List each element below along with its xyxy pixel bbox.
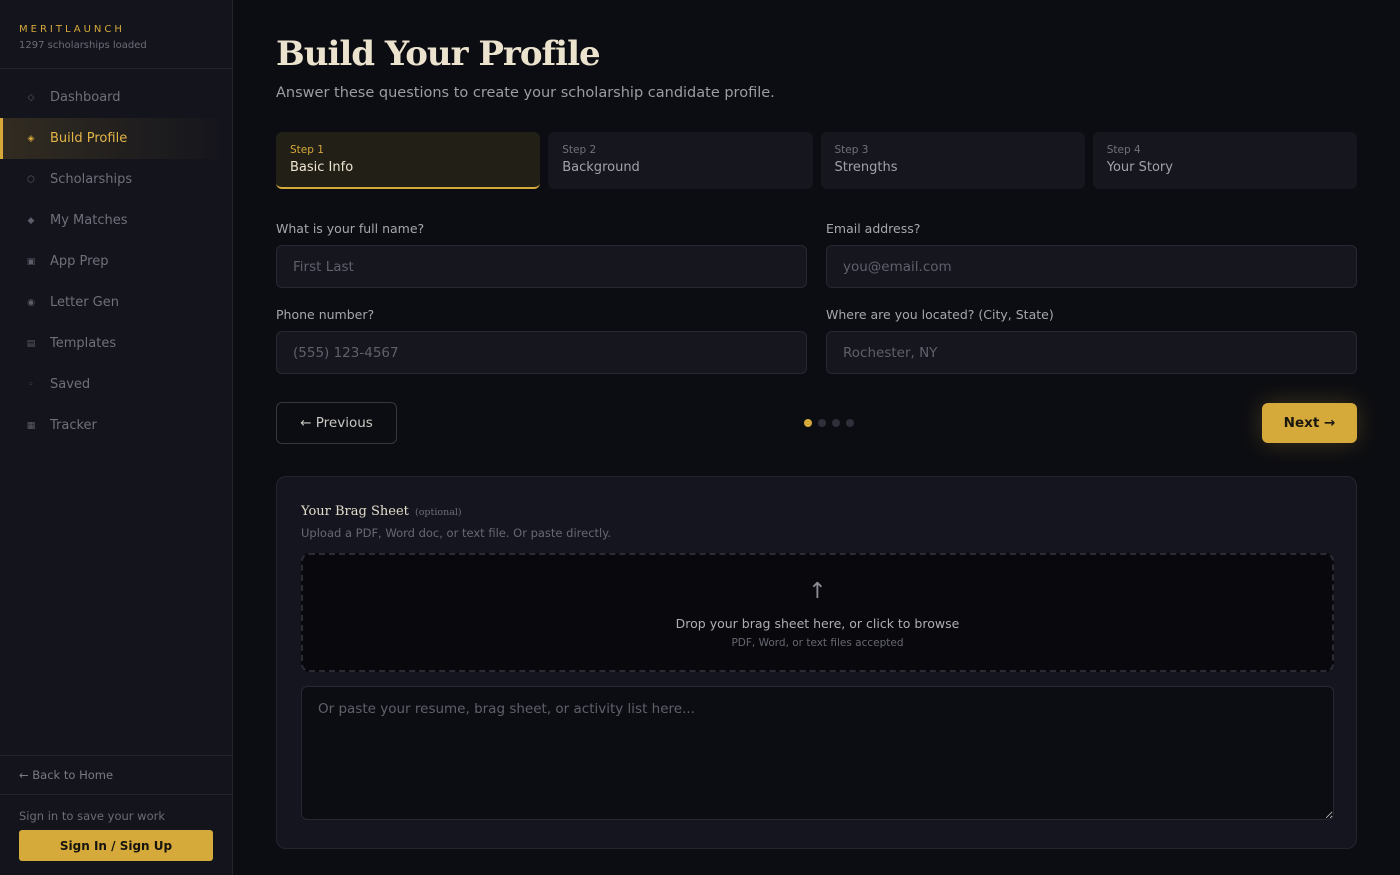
page-title: Build Your Profile bbox=[276, 34, 601, 74]
grid-square-icon: ▦ bbox=[26, 420, 36, 431]
step-name: Basic Info bbox=[290, 160, 354, 175]
sidebar-item-dashboard[interactable]: ◇ Dashboard bbox=[0, 77, 232, 118]
phone-label: Phone number? bbox=[276, 307, 375, 322]
sidebar-item-label: Dashboard bbox=[50, 90, 121, 105]
sidebar-item-app-prep[interactable]: ▣ App Prep bbox=[0, 241, 232, 282]
step-name: Background bbox=[562, 160, 640, 175]
upload-arrow-icon: ↑ bbox=[808, 579, 827, 604]
progress-dot bbox=[832, 419, 840, 427]
step-tab-your-story[interactable]: Step 4 Your Story bbox=[1092, 132, 1357, 189]
sidebar-item-my-matches[interactable]: ◆ My Matches bbox=[0, 200, 232, 241]
step-number: Step 2 bbox=[562, 144, 597, 156]
diamond-outline-icon: ◇ bbox=[27, 92, 35, 103]
sidebar-item-label: My Matches bbox=[50, 213, 128, 228]
location-field[interactable] bbox=[826, 331, 1357, 374]
list-icon: ▤ bbox=[26, 338, 36, 349]
previous-button[interactable]: ← Previous bbox=[276, 402, 397, 444]
email-field[interactable] bbox=[826, 245, 1357, 288]
location-label: Where are you located? (City, State) bbox=[826, 307, 1054, 322]
sidebar-item-templates[interactable]: ▤ Templates bbox=[0, 323, 232, 364]
step-tab-background[interactable]: Step 2 Background bbox=[548, 132, 813, 189]
hexagon-icon: ⬡ bbox=[27, 174, 35, 185]
circle-target-icon: ◉ bbox=[27, 297, 35, 308]
square-target-icon: ▣ bbox=[26, 256, 36, 267]
sidebar-item-tracker[interactable]: ▦ Tracker bbox=[0, 405, 232, 446]
sidebar-item-label: Tracker bbox=[50, 418, 97, 433]
phone-field[interactable] bbox=[276, 331, 807, 374]
brand-name: MERITLAUNCH bbox=[19, 24, 125, 35]
progress-dot bbox=[846, 419, 854, 427]
sidebar-item-label: Letter Gen bbox=[50, 295, 119, 310]
step-tabs: Step 1 Basic Info Step 2 Background Step… bbox=[276, 132, 1357, 189]
sidebar-item-label: Saved bbox=[50, 377, 91, 392]
step-number: Step 3 bbox=[834, 144, 869, 156]
progress-dot-active bbox=[804, 419, 812, 427]
brag-sheet-card: Your Brag Sheet (optional) Upload a PDF,… bbox=[276, 476, 1357, 849]
dropzone-subtext: PDF, Word, or text files accepted bbox=[731, 637, 904, 649]
signin-hint: Sign in to save your work bbox=[19, 809, 165, 823]
optional-tag: (optional) bbox=[415, 507, 462, 518]
step-progress-dots bbox=[804, 419, 854, 427]
step-number: Step 4 bbox=[1106, 144, 1141, 156]
sidebar-nav: ◇ Dashboard ◈ Build Profile ⬡ Scholarshi… bbox=[0, 69, 232, 446]
sidebar-item-label: Build Profile bbox=[50, 131, 128, 146]
step-tab-strengths[interactable]: Step 3 Strengths bbox=[820, 132, 1085, 189]
sidebar-item-build-profile[interactable]: ◈ Build Profile bbox=[0, 118, 232, 159]
step-number: Step 1 bbox=[290, 144, 324, 156]
back-to-home-link[interactable]: ← Back to Home bbox=[0, 755, 232, 795]
progress-dot bbox=[818, 419, 826, 427]
diamond-dot-icon: ◈ bbox=[27, 133, 35, 144]
sidebar-item-label: App Prep bbox=[50, 254, 109, 269]
sidebar: MERITLAUNCH 1297 scholarships loaded ◇ D… bbox=[0, 0, 233, 875]
sidebar-item-saved[interactable]: ◦ Saved bbox=[0, 364, 232, 405]
brag-sheet-title-text: Your Brag Sheet bbox=[301, 504, 409, 519]
brag-sheet-title: Your Brag Sheet (optional) bbox=[301, 504, 462, 519]
sidebar-item-label: Templates bbox=[50, 336, 117, 351]
sidebar-item-label: Scholarships bbox=[50, 172, 133, 187]
dropzone-text: Drop your brag sheet here, or click to b… bbox=[675, 616, 960, 631]
sign-in-button[interactable]: Sign In / Sign Up bbox=[19, 830, 213, 861]
brand: MERITLAUNCH 1297 scholarships loaded bbox=[0, 0, 232, 69]
scholarships-count: 1297 scholarships loaded bbox=[19, 40, 147, 51]
full-name-label: What is your full name? bbox=[276, 221, 425, 236]
next-button[interactable]: Next → bbox=[1262, 403, 1357, 443]
step-name: Strengths bbox=[834, 160, 898, 175]
page-subtitle: Answer these questions to create your sc… bbox=[276, 85, 775, 101]
paste-resume-textarea[interactable] bbox=[301, 686, 1334, 820]
diamond-filled-icon: ◆ bbox=[27, 215, 35, 226]
full-name-field[interactable] bbox=[276, 245, 807, 288]
file-dropzone[interactable]: ↑ Drop your brag sheet here, or click to… bbox=[301, 553, 1334, 672]
sidebar-item-letter-gen[interactable]: ◉ Letter Gen bbox=[0, 282, 232, 323]
step-name: Your Story bbox=[1106, 160, 1173, 175]
step-tab-basic-info[interactable]: Step 1 Basic Info bbox=[276, 132, 541, 189]
small-circle-icon: ◦ bbox=[28, 379, 34, 390]
email-label: Email address? bbox=[826, 221, 921, 236]
sidebar-item-scholarships[interactable]: ⬡ Scholarships bbox=[0, 159, 232, 200]
brag-sheet-subtitle: Upload a PDF, Word doc, or text file. Or… bbox=[301, 526, 612, 540]
